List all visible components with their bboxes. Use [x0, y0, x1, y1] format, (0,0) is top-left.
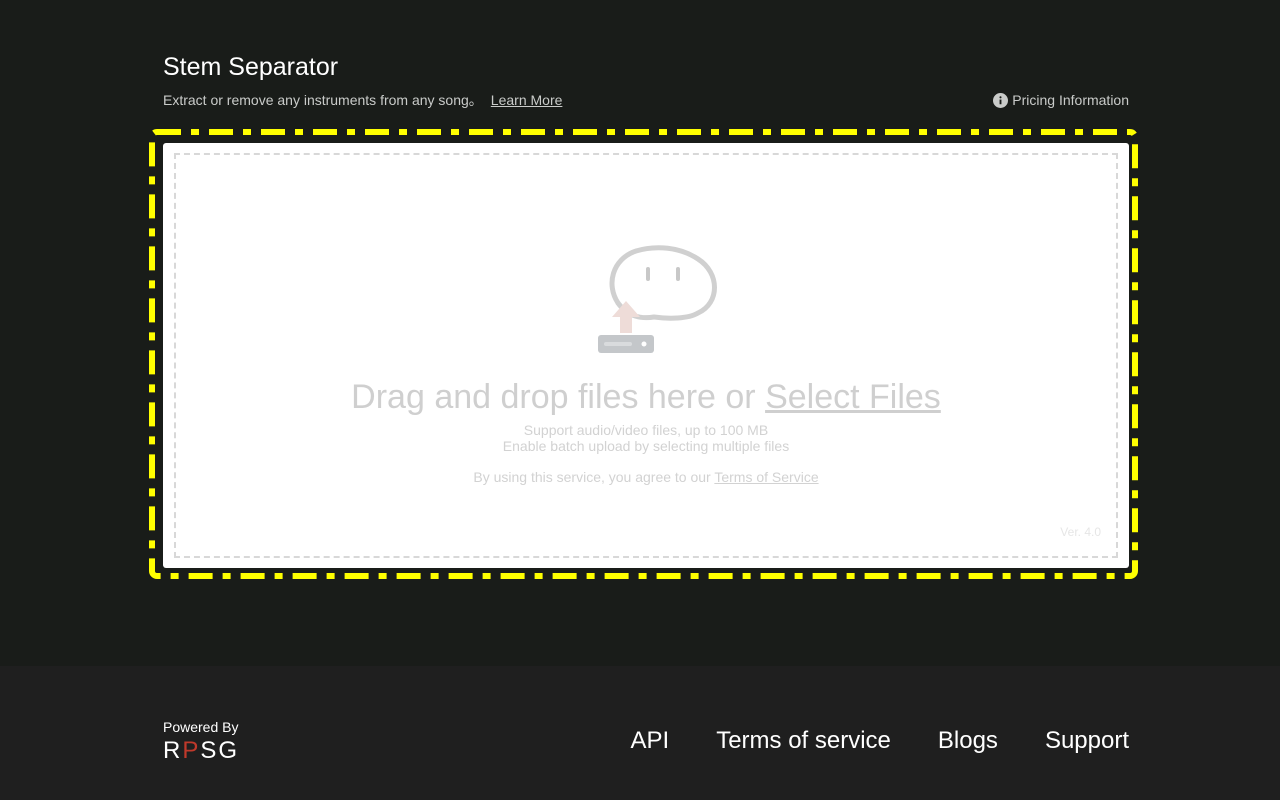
support-formats-text: Support audio/video files, up to 100 MB [523, 422, 769, 438]
info-icon [993, 93, 1009, 108]
footer-link-support[interactable]: Support [1045, 726, 1129, 756]
terms-agreement: By using this service, you agree to our … [176, 469, 1116, 485]
main-section: Stem Separator Extract or remove any ins… [0, 0, 1280, 666]
pricing-information-link[interactable]: Pricing Information [993, 92, 1129, 109]
logo-letters-sg: SG [200, 737, 240, 764]
learn-more-link[interactable]: Learn More [491, 92, 563, 108]
dropzone-dashed-area[interactable]: Drag and drop files here or Select Files… [174, 153, 1118, 558]
upload-cloud-icon [598, 245, 717, 353]
logo-letter-p: P [182, 737, 201, 764]
pricing-label: Pricing Information [1012, 92, 1129, 108]
batch-upload-text: Enable batch upload by selecting multipl… [502, 438, 790, 454]
rpsg-logo[interactable]: RPSG [163, 737, 239, 765]
terms-of-service-link[interactable]: Terms of Service [714, 469, 818, 485]
drag-drop-heading: Drag and drop files here or Select Files [176, 377, 1116, 417]
page-title: Stem Separator [163, 53, 339, 81]
upload-dropzone[interactable]: Drag and drop files here or Select Files… [163, 143, 1129, 568]
subtitle-text: Extract or remove any instruments from a… [163, 92, 483, 108]
select-files-link[interactable]: Select Files [765, 378, 941, 416]
logo-letter-r: R [163, 737, 183, 764]
footer-nav: API Terms of service Blogs Support [631, 726, 1130, 756]
powered-by-label: Powered By [163, 719, 239, 735]
drag-drop-text: Drag and drop files here or [351, 378, 766, 416]
footer-link-blogs[interactable]: Blogs [938, 726, 998, 756]
footer-link-terms-of-service[interactable]: Terms of service [716, 726, 891, 756]
footer-link-api[interactable]: API [631, 726, 670, 756]
page-subtitle: Extract or remove any instruments from a… [163, 92, 562, 109]
version-label: Ver. 4.0 [1060, 525, 1101, 539]
footer: Powered By RPSG API Terms of service Blo… [0, 666, 1280, 800]
agree-text: By using this service, you agree to our [473, 469, 715, 485]
